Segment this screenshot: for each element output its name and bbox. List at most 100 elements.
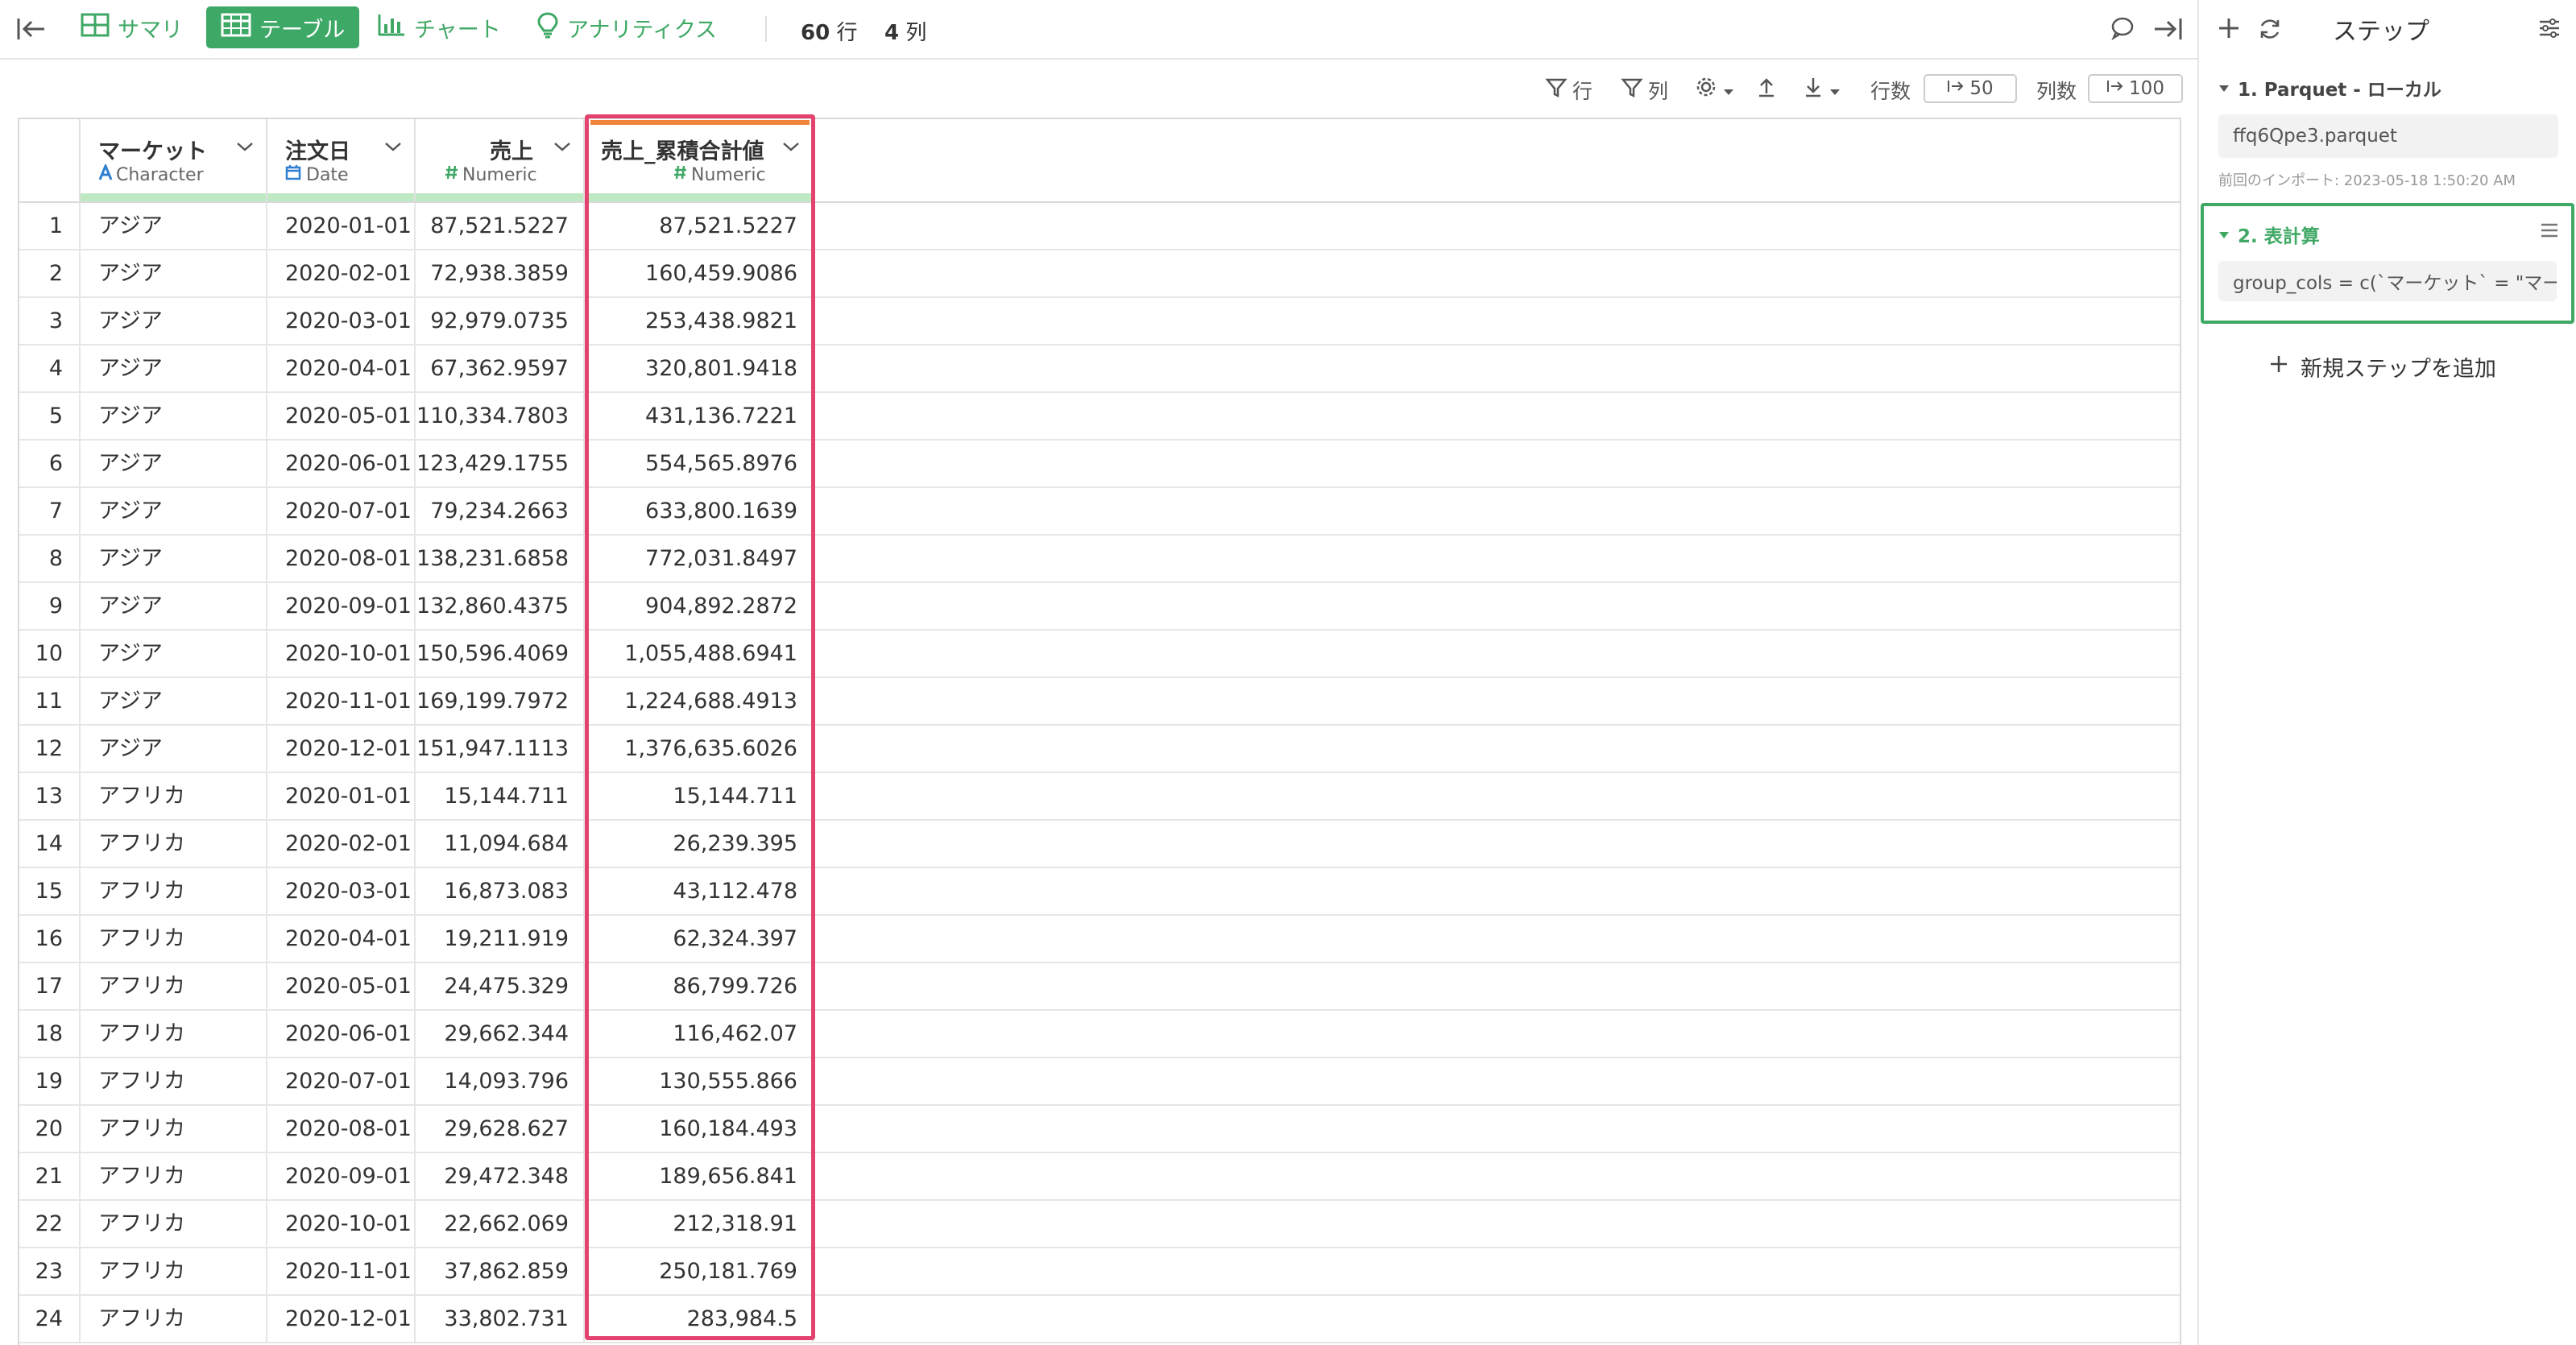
cell-sales-cumsum[interactable]: 160,459.9086: [585, 250, 814, 298]
cell-sales-cumsum[interactable]: 554,565.8976: [585, 441, 814, 488]
cell-sales-cumsum[interactable]: 904,892.2872: [585, 583, 814, 631]
row-filter-button[interactable]: 行: [1545, 76, 1592, 105]
table-row[interactable]: 20 アフリカ 2020-08-01 29,628.627 160,184.493: [19, 1106, 2180, 1153]
cell-market[interactable]: アフリカ: [81, 1248, 267, 1296]
cell-order-date[interactable]: 2020-02-01: [267, 250, 416, 298]
table-row[interactable]: 7 アジア 2020-07-01 79,234.2663 633,800.1639: [19, 488, 2180, 536]
cell-sales[interactable]: 29,472.348: [416, 1153, 585, 1201]
cell-sales-cumsum[interactable]: 431,136.7221: [585, 393, 814, 441]
cell-market[interactable]: アフリカ: [81, 821, 267, 868]
tab-table[interactable]: テーブル: [206, 6, 360, 48]
cell-sales[interactable]: 22,662.069: [416, 1201, 585, 1248]
cell-sales[interactable]: 87,521.5227: [416, 203, 585, 250]
cell-order-date[interactable]: 2020-11-01: [267, 678, 416, 726]
cell-sales-cumsum[interactable]: 772,031.8497: [585, 536, 814, 583]
cell-market[interactable]: アフリカ: [81, 1106, 267, 1153]
cell-order-date[interactable]: 2020-05-01: [267, 963, 416, 1011]
table-row[interactable]: 8 アジア 2020-08-01 138,231.6858 772,031.8497: [19, 536, 2180, 583]
cell-order-date[interactable]: 2020-02-01: [267, 821, 416, 868]
rows-limit-input[interactable]: 50: [1924, 74, 2017, 103]
table-row[interactable]: 6 アジア 2020-06-01 123,429.1755 554,565.8976: [19, 441, 2180, 488]
cell-market[interactable]: アジア: [81, 393, 267, 441]
cell-sales[interactable]: 169,199.7972: [416, 678, 585, 726]
table-row[interactable]: 21 アフリカ 2020-09-01 29,472.348 189,656.841: [19, 1153, 2180, 1201]
cell-sales-cumsum[interactable]: 62,324.397: [585, 916, 814, 963]
download-dropdown[interactable]: [1803, 76, 1846, 103]
cell-order-date[interactable]: 2020-07-01: [267, 1058, 416, 1106]
cell-sales[interactable]: 138,231.6858: [416, 536, 585, 583]
chevron-down-icon[interactable]: [781, 140, 801, 156]
cell-sales[interactable]: 151,947.1113: [416, 726, 585, 773]
cell-order-date[interactable]: 2020-06-01: [267, 1011, 416, 1058]
upload-button[interactable]: [1756, 76, 1782, 103]
table-row[interactable]: 14 アフリカ 2020-02-01 11,094.684 26,239.395: [19, 821, 2180, 868]
cell-market[interactable]: アジア: [81, 441, 267, 488]
cell-sales-cumsum[interactable]: 15,144.711: [585, 773, 814, 821]
chevron-down-icon[interactable]: [383, 140, 403, 156]
table-row[interactable]: 10 アジア 2020-10-01 150,596.4069 1,055,488.694…: [19, 631, 2180, 678]
add-step-button[interactable]: 新規ステップを追加: [2268, 351, 2496, 383]
cell-sales-cumsum[interactable]: 160,184.493: [585, 1106, 814, 1153]
cell-order-date[interactable]: 2020-04-01: [267, 346, 416, 393]
table-row[interactable]: 11 アジア 2020-11-01 169,199.7972 1,224,688.491…: [19, 678, 2180, 726]
comment-icon[interactable]: [2110, 16, 2135, 43]
cell-market[interactable]: アフリカ: [81, 1153, 267, 1201]
cell-sales[interactable]: 24,475.329: [416, 963, 585, 1011]
cell-sales-cumsum[interactable]: 1,055,488.6941: [585, 631, 814, 678]
cell-sales-cumsum[interactable]: 189,656.841: [585, 1153, 814, 1201]
cell-market[interactable]: アジア: [81, 678, 267, 726]
cell-sales[interactable]: 19,211.919: [416, 916, 585, 963]
tab-analytics[interactable]: アナリティクス: [536, 6, 717, 48]
cell-sales[interactable]: 37,862.859: [416, 1248, 585, 1296]
cell-order-date[interactable]: 2020-10-01: [267, 1201, 416, 1248]
table-row[interactable]: 9 アジア 2020-09-01 132,860.4375 904,892.2872: [19, 583, 2180, 631]
cell-order-date[interactable]: 2020-09-01: [267, 583, 416, 631]
table-row[interactable]: 22 アフリカ 2020-10-01 22,662.069 212,318.91: [19, 1201, 2180, 1248]
step-2-card[interactable]: 2. 表計算 group_cols = c(`マーケット` = "マー…: [2201, 203, 2574, 324]
cell-market[interactable]: アフリカ: [81, 963, 267, 1011]
cell-order-date[interactable]: 2020-11-01: [267, 1248, 416, 1296]
cell-sales-cumsum[interactable]: 43,112.478: [585, 868, 814, 916]
cols-limit-input[interactable]: 100: [2088, 74, 2183, 103]
cell-market[interactable]: アジア: [81, 583, 267, 631]
sliders-icon[interactable]: [2537, 16, 2562, 43]
collapse-right-icon[interactable]: [2152, 16, 2183, 45]
table-row[interactable]: 18 アフリカ 2020-06-01 29,662.344 116,462.07: [19, 1011, 2180, 1058]
cell-sales[interactable]: 11,094.684: [416, 821, 585, 868]
cell-sales-cumsum[interactable]: 633,800.1639: [585, 488, 814, 536]
cell-sales[interactable]: 110,334.7803: [416, 393, 585, 441]
cell-sales[interactable]: 92,979.0735: [416, 298, 585, 346]
table-row[interactable]: 17 アフリカ 2020-05-01 24,475.329 86,799.726: [19, 963, 2180, 1011]
table-row[interactable]: 2 アジア 2020-02-01 72,938.3859 160,459.9086: [19, 250, 2180, 298]
cell-order-date[interactable]: 2020-10-01: [267, 631, 416, 678]
cell-order-date[interactable]: 2020-06-01: [267, 441, 416, 488]
hamburger-menu-icon[interactable]: [2539, 221, 2560, 243]
cell-order-date[interactable]: 2020-08-01: [267, 1106, 416, 1153]
cell-sales[interactable]: 132,860.4375: [416, 583, 585, 631]
cell-order-date[interactable]: 2020-03-01: [267, 298, 416, 346]
table-row[interactable]: 16 アフリカ 2020-04-01 19,211.919 62,324.397: [19, 916, 2180, 963]
cell-sales[interactable]: 79,234.2663: [416, 488, 585, 536]
cell-sales-cumsum[interactable]: 130,555.866: [585, 1058, 814, 1106]
cell-sales[interactable]: 15,144.711: [416, 773, 585, 821]
cell-market[interactable]: アフリカ: [81, 773, 267, 821]
cell-sales-cumsum[interactable]: 26,239.395: [585, 821, 814, 868]
cell-order-date[interactable]: 2020-01-01: [267, 773, 416, 821]
column-header-sales[interactable]: 売上 Numeric: [416, 119, 585, 201]
cell-sales[interactable]: 33,802.731: [416, 1296, 585, 1343]
cell-market[interactable]: アフリカ: [81, 1201, 267, 1248]
cell-sales-cumsum[interactable]: 87,521.5227: [585, 203, 814, 250]
settings-dropdown[interactable]: [1695, 76, 1740, 103]
cell-sales-cumsum[interactable]: 212,318.91: [585, 1201, 814, 1248]
cell-sales[interactable]: 29,628.627: [416, 1106, 585, 1153]
cell-sales[interactable]: 150,596.4069: [416, 631, 585, 678]
table-row[interactable]: 19 アフリカ 2020-07-01 14,093.796 130,555.866: [19, 1058, 2180, 1106]
cell-sales-cumsum[interactable]: 1,376,635.6026: [585, 726, 814, 773]
chevron-down-icon[interactable]: [235, 140, 255, 156]
col-filter-button[interactable]: 列: [1621, 76, 1668, 105]
cell-market[interactable]: アフリカ: [81, 868, 267, 916]
step-2-title[interactable]: 2. 表計算: [2218, 221, 2320, 248]
step-1-title[interactable]: 1. Parquet - ローカル: [2218, 74, 2441, 101]
cell-market[interactable]: アフリカ: [81, 1296, 267, 1343]
cell-sales-cumsum[interactable]: 250,181.769: [585, 1248, 814, 1296]
